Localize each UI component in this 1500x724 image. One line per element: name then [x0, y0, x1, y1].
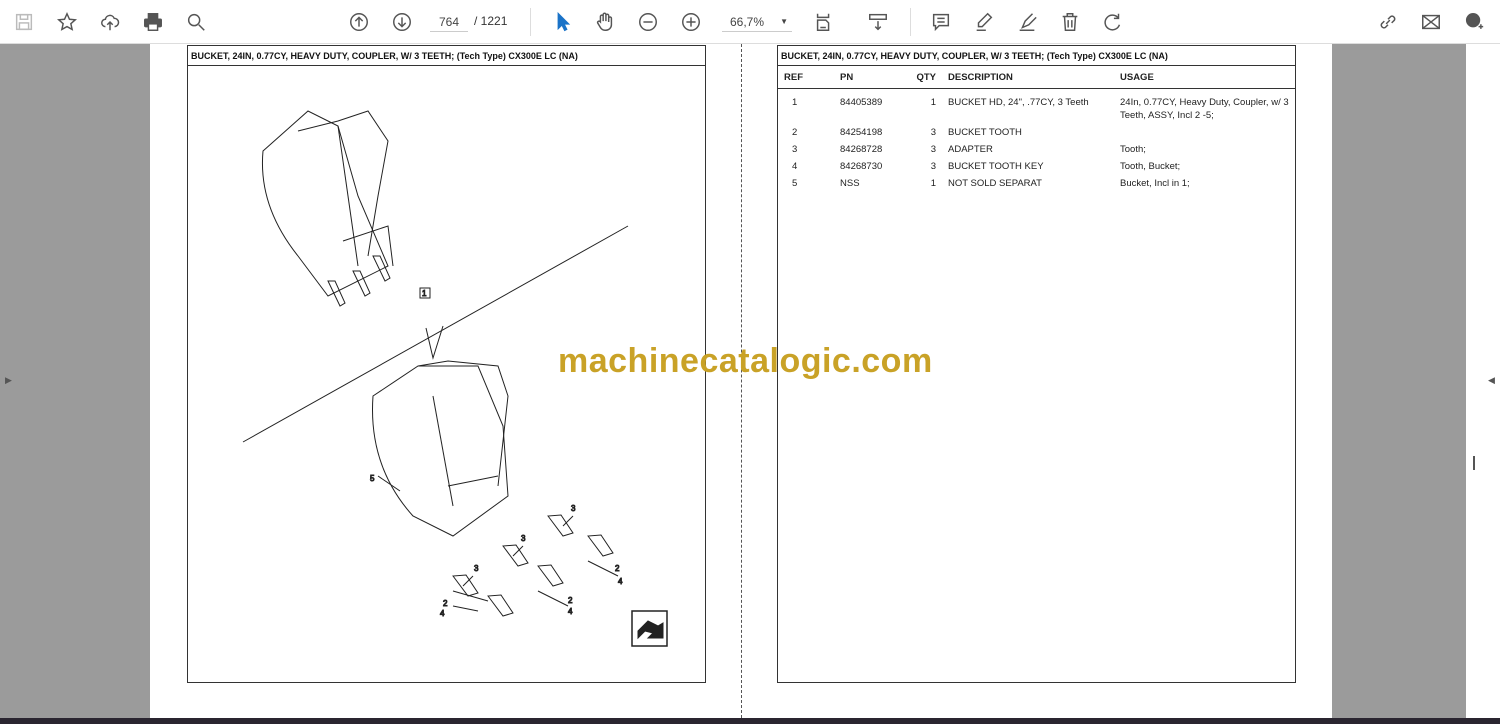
callout-label: 5: [370, 474, 375, 483]
zoom-out-icon[interactable]: [634, 8, 662, 36]
callout-label: 3: [571, 504, 576, 513]
callout-label: 2: [615, 564, 620, 573]
scrollbar-thumb[interactable]: [1473, 456, 1475, 470]
table-cell: 1: [930, 97, 936, 108]
toolbar: 764 / 1221 66,7% ▼: [0, 0, 1500, 44]
callout-label: 4: [568, 607, 573, 616]
share-link-icon[interactable]: [1374, 8, 1402, 36]
delete-icon[interactable]: [1056, 8, 1084, 36]
table-row: 1 84405389 1 BUCKET HD, 24", .77CY, 3 Teeth…: [778, 89, 1295, 125]
table-cell: 84268730: [840, 161, 883, 172]
zoom-in-icon[interactable]: [677, 8, 705, 36]
scroll-mode-icon[interactable]: [864, 8, 892, 36]
table-cell: 1: [930, 178, 936, 189]
next-page-icon[interactable]: [388, 8, 416, 36]
watermark: machinecatalogic.com: [558, 342, 933, 380]
highlight-icon[interactable]: [970, 8, 998, 36]
page-total: / 1221: [474, 14, 508, 28]
callout-label: 3: [521, 534, 526, 543]
search-icon[interactable]: [182, 8, 210, 36]
hand-tool-icon[interactable]: [591, 8, 619, 36]
callout-label: 3: [474, 564, 479, 573]
table-row: 2 84254198 3 BUCKET TOOTH: [778, 124, 1295, 141]
page-number-input[interactable]: 764: [430, 12, 468, 32]
table-cell: 84254198: [840, 127, 883, 138]
column-header: QTY: [902, 66, 942, 89]
right-sidebar: ◀: [1466, 44, 1500, 718]
table-cell: 3: [930, 161, 936, 172]
diagram-title: BUCKET, 24IN, 0.77CY, HEAVY DUTY, COUPLE…: [188, 46, 705, 66]
table-cell: BUCKET TOOTH: [948, 127, 1022, 138]
parts-table: REF PN QTY DESCRIPTION USAGE 1 84405389 1 B…: [778, 66, 1295, 192]
previous-page-icon[interactable]: [345, 8, 373, 36]
column-header: PN: [834, 66, 902, 89]
select-cursor-icon[interactable]: [548, 8, 576, 36]
zoom-value: 66,7%: [730, 15, 765, 29]
separator: [910, 8, 911, 36]
table-cell: [1114, 124, 1295, 141]
column-header: REF: [778, 66, 834, 89]
table-cell: 1: [792, 97, 798, 108]
table-cell: Tooth, Bucket;: [1120, 161, 1181, 172]
rotate-icon[interactable]: [1099, 8, 1127, 36]
table-row: 5 NSS 1 NOT SOLD SEPARAT Bucket, Incl in 1;: [778, 175, 1295, 192]
table-cell: Bucket, Incl in 1;: [1120, 178, 1190, 189]
table-cell: 84268728: [840, 144, 883, 155]
callout-label: 2: [568, 596, 573, 605]
table-cell: 2: [792, 127, 798, 138]
comment-icon[interactable]: [927, 8, 955, 36]
callout-label: 4: [618, 577, 623, 586]
callout-label: 4: [440, 609, 445, 618]
fit-page-icon[interactable]: [810, 8, 838, 36]
email-icon[interactable]: [1417, 8, 1445, 36]
table-cell: NOT SOLD SEPARAT: [948, 178, 1042, 189]
table-cell: 3: [930, 127, 936, 138]
callout-label: 2: [443, 599, 448, 608]
star-icon[interactable]: [53, 8, 81, 36]
table-cell: 3: [792, 144, 798, 155]
sign-icon[interactable]: [1013, 8, 1041, 36]
table-cell: NSS: [840, 178, 860, 189]
table-row: 4 84268730 3 BUCKET TOOTH KEY Tooth, Bucket;: [778, 158, 1295, 175]
table-cell: 24In, 0.77CY, Heavy Duty, Coupler, w/ 3 …: [1120, 97, 1289, 121]
table-cell: BUCKET TOOTH KEY: [948, 161, 1044, 172]
parts-title: BUCKET, 24IN, 0.77CY, HEAVY DUTY, COUPLE…: [778, 46, 1295, 66]
column-header: DESCRIPTION: [942, 66, 1114, 89]
table-cell: 4: [792, 161, 798, 172]
separator: [530, 8, 531, 36]
table-cell: 84405389: [840, 97, 883, 108]
table-cell: 5: [792, 178, 798, 189]
user-add-icon[interactable]: [1460, 8, 1488, 36]
right-panel-toggle[interactable]: ◀: [1488, 375, 1495, 386]
table-cell: Tooth;: [1120, 144, 1146, 155]
cloud-upload-icon[interactable]: [96, 8, 124, 36]
column-header: USAGE: [1114, 66, 1295, 89]
table-row: 3 84268728 3 ADAPTER Tooth;: [778, 141, 1295, 158]
save-icon[interactable]: [10, 8, 38, 36]
left-panel-toggle[interactable]: ▶: [5, 375, 12, 386]
taskbar-edge: [0, 718, 1500, 724]
table-cell: BUCKET HD, 24", .77CY, 3 Teeth: [948, 97, 1089, 108]
table-cell: 3: [930, 144, 936, 155]
document-page: BUCKET, 24IN, 0.77CY, HEAVY DUTY, COUPLE…: [150, 44, 1332, 718]
table-cell: ADAPTER: [948, 144, 993, 155]
chevron-down-icon: ▼: [780, 17, 788, 26]
zoom-select[interactable]: 66,7% ▼: [722, 12, 792, 32]
page-divider: [741, 44, 742, 718]
callout-label: 1: [422, 289, 427, 298]
print-icon[interactable]: [139, 8, 167, 36]
